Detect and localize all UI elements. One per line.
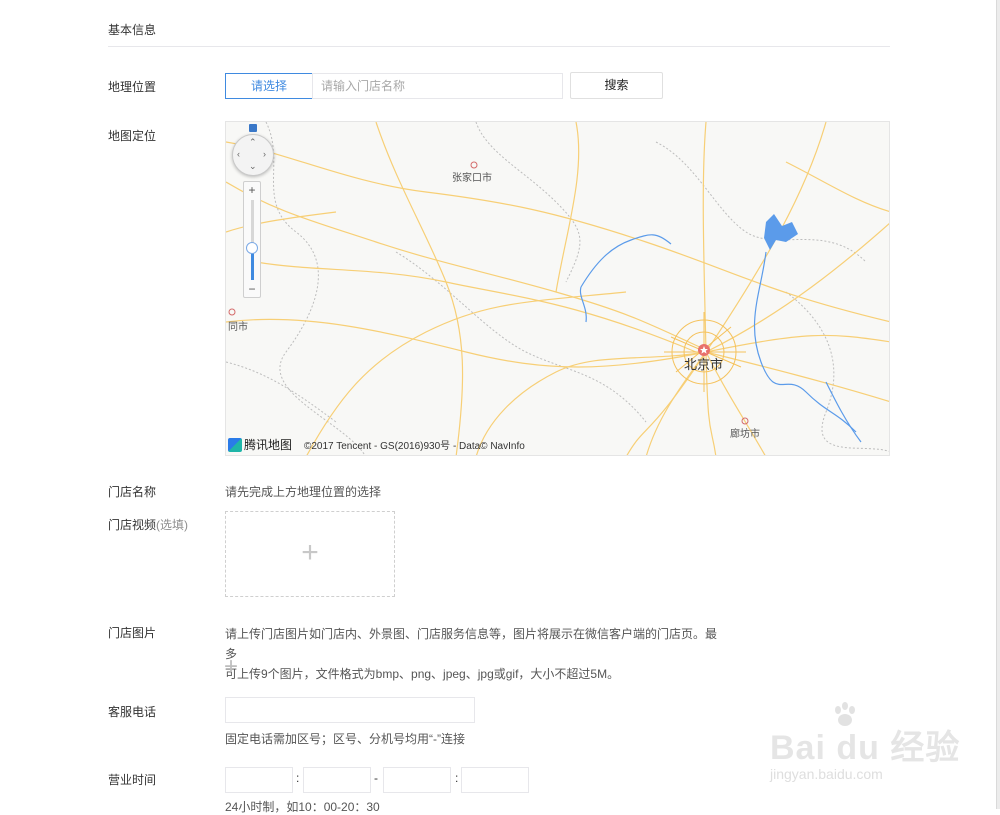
- map-logo-text: 腾讯地图: [244, 438, 293, 452]
- zoom-control[interactable]: + −: [243, 181, 261, 298]
- close-minute-input[interactable]: [461, 767, 529, 793]
- city-label-langfang: 廊坊市: [730, 429, 760, 440]
- store-video-label-text: 门店视频: [108, 518, 157, 532]
- open-hour-input[interactable]: [225, 767, 293, 793]
- add-photo-icon[interactable]: +: [224, 655, 238, 679]
- scrollbar-edge[interactable]: [996, 0, 1000, 809]
- map-canvas: [226, 122, 889, 455]
- time-colon-1: :: [296, 771, 300, 785]
- add-video-icon: +: [301, 536, 319, 569]
- pan-right-icon[interactable]: ›: [263, 150, 266, 159]
- city-label-zhangjiakou: 张家口市: [452, 173, 492, 184]
- hours-hint: 24小时制，如10：00-20：30: [225, 800, 380, 814]
- city-label-beijing: 北京市: [684, 357, 724, 372]
- map-copyright: ©2017 Tencent - GS(2016)930号 - Data© Nav…: [304, 441, 525, 452]
- map-logo: 腾讯地图: [228, 436, 292, 453]
- time-dash: -: [374, 771, 378, 785]
- open-minute-input[interactable]: [303, 767, 371, 793]
- map-label: 地图定位: [108, 129, 157, 143]
- store-video-optional: (选填): [156, 518, 189, 532]
- hours-label: 营业时间: [108, 773, 157, 787]
- pan-left-icon[interactable]: ‹: [237, 150, 240, 159]
- zoom-out-icon[interactable]: −: [244, 282, 260, 296]
- map-layer-icon[interactable]: [249, 124, 257, 132]
- watermark-main-text: Bai du 经验: [770, 729, 961, 767]
- map-pan-control[interactable]: ⌃ ‹ › ⌄: [232, 134, 274, 176]
- video-upload-box[interactable]: +: [225, 511, 395, 597]
- location-label: 地理位置: [108, 80, 157, 94]
- time-colon-2: :: [455, 771, 459, 785]
- store-photos-desc-line2: 可上传9个图片，文件格式为bmp、png、jpeg、jpg或gif，大小不超过5…: [225, 667, 620, 681]
- store-name-hint: 请先完成上方地理位置的选择: [225, 485, 382, 499]
- search-button[interactable]: 搜索: [570, 72, 663, 99]
- phone-label: 客服电话: [108, 705, 157, 719]
- store-photos-desc: 请上传门店图片如门店内、外景图、门店服务信息等，图片将展示在微信客户端的门店页。…: [225, 624, 725, 684]
- close-hour-input[interactable]: [383, 767, 451, 793]
- phone-input[interactable]: [225, 697, 475, 723]
- city-label-datong: 同市: [228, 322, 248, 333]
- store-name-label: 门店名称: [108, 485, 157, 499]
- section-divider: [108, 46, 890, 47]
- store-name-search-input[interactable]: [312, 73, 563, 99]
- select-location-button[interactable]: 请选择: [225, 73, 313, 99]
- zoom-slider-handle[interactable]: [246, 242, 258, 254]
- phone-hint: 固定电话需加区号；区号、分机号均用“-”连接: [225, 732, 465, 746]
- watermark-sub-text: jingyan.baidu.com: [770, 766, 883, 782]
- pan-down-icon[interactable]: ⌄: [249, 162, 257, 171]
- zoom-in-icon[interactable]: +: [244, 183, 260, 197]
- store-video-label: 门店视频(选填): [108, 516, 188, 533]
- store-photos-desc-line1: 请上传门店图片如门店内、外景图、门店服务信息等，图片将展示在微信客户端的门店页。…: [225, 627, 718, 661]
- pan-up-icon[interactable]: ⌃: [249, 138, 257, 147]
- map-view[interactable]: 张家口市 同市 北京市 廊坊市 ⌃ ‹ › ⌄ + − 腾讯地图 ©2017 T…: [225, 121, 890, 456]
- tencent-map-icon: [228, 437, 242, 452]
- store-photos-label: 门店图片: [108, 626, 157, 640]
- baidu-watermark: Bai du 经验 jingyan.baidu.com: [770, 700, 959, 790]
- section-title: 基本信息: [108, 23, 157, 37]
- baidu-paw-icon: [835, 702, 855, 726]
